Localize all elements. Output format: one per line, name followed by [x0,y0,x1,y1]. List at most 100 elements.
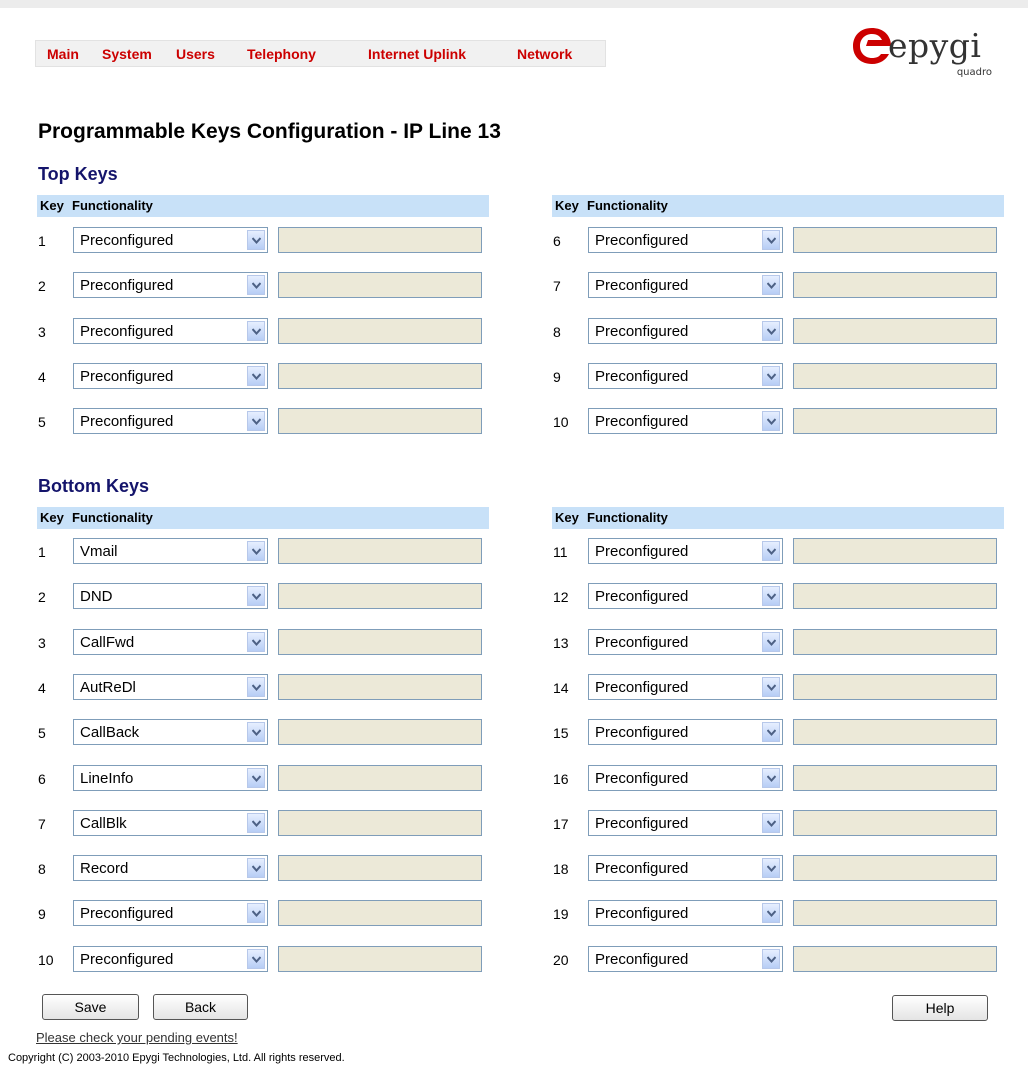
dropdown-arrow-icon[interactable] [247,722,265,743]
functionality-select[interactable]: Vmail [73,538,268,564]
functionality-select[interactable]: Preconfigured [588,408,783,435]
dropdown-arrow-icon[interactable] [762,767,780,788]
key-value-input[interactable] [793,317,997,344]
functionality-select[interactable]: Preconfigured [588,538,783,564]
key-value-input[interactable] [278,628,482,655]
dropdown-arrow-icon[interactable] [762,631,780,652]
save-button[interactable]: Save [42,994,139,1020]
dropdown-arrow-icon[interactable] [247,676,265,697]
dropdown-arrow-icon[interactable] [247,586,265,607]
key-value-input[interactable] [278,317,482,344]
key-value-input[interactable] [793,362,997,389]
back-button[interactable]: Back [153,994,248,1020]
dropdown-arrow-icon[interactable] [247,275,265,296]
functionality-select[interactable]: Preconfigured [73,227,268,253]
functionality-select[interactable]: Preconfigured [588,628,783,655]
key-value-input[interactable] [278,719,482,746]
key-value-input[interactable] [278,583,482,610]
dropdown-arrow-icon[interactable] [247,541,265,561]
functionality-select[interactable]: Preconfigured [588,855,783,882]
dropdown-arrow-icon[interactable] [247,858,265,879]
functionality-select[interactable]: Preconfigured [73,945,268,972]
key-value-input[interactable] [278,272,482,299]
key-value-input[interactable] [793,764,997,791]
nav-users[interactable]: Users [176,46,215,62]
dropdown-arrow-icon[interactable] [762,411,780,432]
dropdown-arrow-icon[interactable] [762,365,780,386]
functionality-select[interactable]: CallBack [73,719,268,746]
functionality-select[interactable]: Preconfigured [588,227,783,253]
functionality-select[interactable]: Preconfigured [73,272,268,299]
functionality-select[interactable]: LineInfo [73,764,268,791]
functionality-select[interactable]: Preconfigured [588,317,783,344]
dropdown-arrow-icon[interactable] [762,320,780,341]
functionality-select[interactable]: CallFwd [73,628,268,655]
functionality-select[interactable]: AutReDl [73,673,268,700]
dropdown-arrow-icon[interactable] [762,812,780,833]
functionality-select[interactable]: Preconfigured [588,272,783,299]
functionality-select[interactable]: Preconfigured [73,408,268,435]
key-value-input[interactable] [278,538,482,564]
dropdown-arrow-icon[interactable] [247,411,265,432]
functionality-select[interactable]: DND [73,583,268,610]
dropdown-arrow-icon[interactable] [247,320,265,341]
key-value-input[interactable] [793,900,997,927]
nav-main[interactable]: Main [47,46,79,62]
dropdown-arrow-icon[interactable] [247,631,265,652]
key-value-input[interactable] [793,809,997,836]
functionality-select[interactable]: Preconfigured [588,583,783,610]
functionality-select[interactable]: Preconfigured [588,719,783,746]
key-value-input[interactable] [278,900,482,927]
nav-internet-uplink[interactable]: Internet Uplink [368,46,466,62]
key-value-input[interactable] [793,408,997,435]
dropdown-arrow-icon[interactable] [247,767,265,788]
functionality-select[interactable]: Preconfigured [588,362,783,389]
functionality-select[interactable]: Preconfigured [73,317,268,344]
functionality-select[interactable]: Preconfigured [588,900,783,927]
dropdown-arrow-icon[interactable] [762,903,780,924]
pending-events-link[interactable]: Please check your pending events! [36,1030,238,1045]
functionality-select[interactable]: Preconfigured [588,809,783,836]
key-value-input[interactable] [793,628,997,655]
functionality-select[interactable]: Preconfigured [73,900,268,927]
key-value-input[interactable] [278,764,482,791]
dropdown-arrow-icon[interactable] [762,948,780,969]
dropdown-arrow-icon[interactable] [762,275,780,296]
nav-telephony[interactable]: Telephony [247,46,316,62]
key-value-input[interactable] [793,583,997,610]
functionality-select[interactable]: Preconfigured [588,945,783,972]
dropdown-arrow-icon[interactable] [247,948,265,969]
key-value-input[interactable] [793,945,997,972]
dropdown-arrow-icon[interactable] [762,858,780,879]
nav-network[interactable]: Network [517,46,572,62]
dropdown-arrow-icon[interactable] [762,230,780,250]
dropdown-arrow-icon[interactable] [762,722,780,743]
functionality-select[interactable]: Preconfigured [588,673,783,700]
key-value-input[interactable] [278,855,482,882]
dropdown-arrow-icon[interactable] [762,676,780,697]
functionality-select[interactable]: Record [73,855,268,882]
key-value-input[interactable] [278,673,482,700]
key-value-input[interactable] [278,362,482,389]
dropdown-arrow-icon[interactable] [762,586,780,607]
key-value-input[interactable] [278,227,482,253]
functionality-select[interactable]: Preconfigured [73,362,268,389]
key-value-input[interactable] [793,719,997,746]
key-value-input[interactable] [278,945,482,972]
nav-system[interactable]: System [102,46,152,62]
key-value-input[interactable] [793,855,997,882]
key-value-input[interactable] [278,408,482,435]
key-value-input[interactable] [793,538,997,564]
dropdown-arrow-icon[interactable] [247,230,265,250]
dropdown-arrow-icon[interactable] [762,541,780,561]
key-value-input[interactable] [793,227,997,253]
dropdown-arrow-icon[interactable] [247,903,265,924]
key-value-input[interactable] [793,272,997,299]
functionality-select[interactable]: Preconfigured [588,764,783,791]
dropdown-arrow-icon[interactable] [247,365,265,386]
help-button[interactable]: Help [892,995,988,1021]
key-value-input[interactable] [278,809,482,836]
dropdown-arrow-icon[interactable] [247,812,265,833]
functionality-select[interactable]: CallBlk [73,809,268,836]
key-value-input[interactable] [793,673,997,700]
